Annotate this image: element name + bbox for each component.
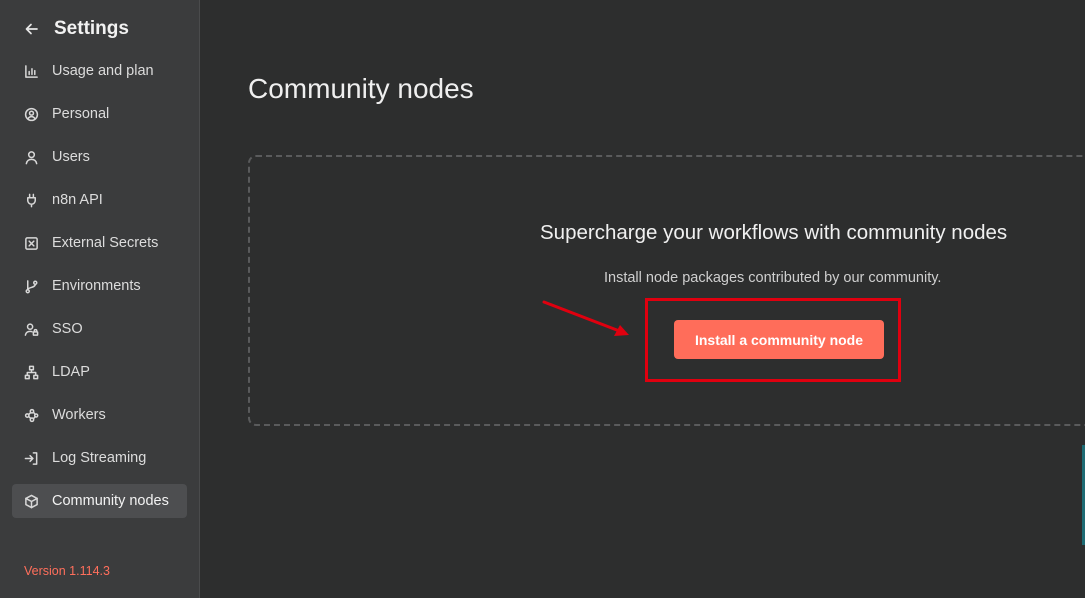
vault-icon (24, 236, 39, 251)
version-label: Version 1.114.3 (24, 564, 110, 578)
sidebar-item-label: SSO (52, 321, 83, 337)
settings-nav: Usage and plan Personal Users n8n API Ex… (12, 54, 187, 527)
settings-sidebar: Settings Usage and plan Personal Users n… (0, 0, 200, 598)
sidebar-item-usage-and-plan[interactable]: Usage and plan (12, 54, 187, 88)
app-window: Settings Usage and plan Personal Users n… (0, 0, 1085, 598)
sidebar-item-label: Users (52, 149, 90, 165)
sidebar-item-label: External Secrets (52, 235, 159, 251)
sign-in-icon (24, 451, 39, 466)
sidebar-item-environments[interactable]: Environments (12, 269, 187, 303)
user-circle-icon (24, 107, 39, 122)
empty-state-description: Install node packages contributed by our… (604, 270, 942, 286)
back-arrow-icon[interactable] (24, 21, 40, 37)
sidebar-item-community-nodes[interactable]: Community nodes (12, 484, 187, 518)
sidebar-item-sso[interactable]: SSO (12, 312, 187, 346)
sidebar-item-label: n8n API (52, 192, 103, 208)
sidebar-item-n8n-api[interactable]: n8n API (12, 183, 187, 217)
plug-icon (24, 193, 39, 208)
workers-icon (24, 408, 39, 423)
empty-state-box (248, 155, 1085, 426)
bar-chart-icon (24, 64, 39, 79)
sidebar-item-log-streaming[interactable]: Log Streaming (12, 441, 187, 475)
sidebar-item-workers[interactable]: Workers (12, 398, 187, 432)
sidebar-header: Settings (24, 16, 129, 42)
sidebar-title: Settings (54, 18, 129, 39)
page-title: Community nodes (248, 73, 474, 104)
sidebar-item-ldap[interactable]: LDAP (12, 355, 187, 389)
sidebar-item-users[interactable]: Users (12, 140, 187, 174)
sidebar-item-label: Workers (52, 407, 106, 423)
empty-state-heading: Supercharge your workflows with communit… (540, 221, 1008, 244)
sidebar-item-label: Community nodes (52, 493, 169, 509)
install-community-node-button[interactable]: Install a community node (674, 320, 884, 359)
cube-icon (24, 494, 39, 509)
sidebar-item-label: LDAP (52, 364, 90, 380)
annotation-arrow-icon (542, 300, 629, 336)
git-branch-icon (24, 279, 39, 294)
sidebar-item-label: Log Streaming (52, 450, 147, 466)
user-icon (24, 150, 39, 165)
network-icon (24, 365, 39, 380)
user-lock-icon (24, 322, 39, 337)
sidebar-item-label: Environments (52, 278, 141, 294)
sidebar-item-label: Personal (52, 106, 110, 122)
sidebar-item-personal[interactable]: Personal (12, 97, 187, 131)
sidebar-item-external-secrets[interactable]: External Secrets (12, 226, 187, 260)
sidebar-item-label: Usage and plan (52, 63, 154, 79)
